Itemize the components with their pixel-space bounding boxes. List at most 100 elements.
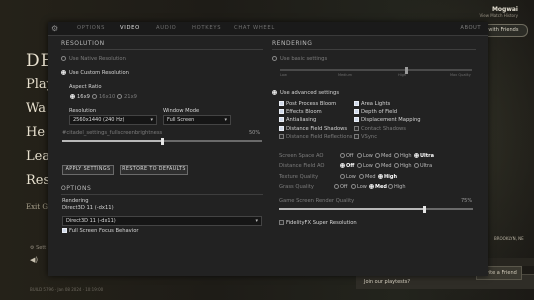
options-header: OPTIONS bbox=[61, 185, 92, 192]
gear-icon[interactable]: ⚙ bbox=[51, 23, 58, 34]
dfao-radio-med[interactable] bbox=[375, 163, 380, 168]
ssao-radio-high[interactable] bbox=[394, 153, 399, 158]
window-mode-dropdown[interactable]: Full Screen ▾ bbox=[163, 115, 231, 125]
adv-left-label-1: Effects Bloom bbox=[286, 109, 322, 116]
aspect-16x10-radio[interactable] bbox=[92, 94, 97, 99]
adv-right-label-3: Contact Shadows bbox=[361, 125, 407, 132]
texture-quality-label: Texture Quality bbox=[279, 174, 319, 180]
grass-radio-off[interactable] bbox=[334, 184, 339, 189]
apply-settings-button[interactable]: APPLY SETTINGS bbox=[62, 165, 114, 175]
native-resolution-label: Use Native Resolution bbox=[69, 56, 126, 62]
playtest-text: Join our playtests? bbox=[364, 279, 411, 285]
fsr-checkbox[interactable] bbox=[279, 220, 284, 225]
ssao-radio-med[interactable] bbox=[375, 153, 380, 158]
dfao-option-off: Off bbox=[346, 162, 355, 169]
user-profile[interactable]: Mogwai View Match History bbox=[480, 6, 518, 18]
resolution-header: RESOLUTION bbox=[61, 40, 105, 47]
adv-right-checkbox-0[interactable] bbox=[354, 101, 359, 106]
chevron-down-icon: ▾ bbox=[150, 117, 153, 123]
render-quality-slider[interactable] bbox=[279, 208, 473, 210]
window-mode-label: Window Mode bbox=[163, 108, 200, 114]
dfao-option-med: Med bbox=[381, 162, 392, 169]
adv-left-checkbox-0[interactable] bbox=[279, 101, 284, 106]
dfao-radio-high[interactable] bbox=[394, 163, 399, 168]
texture-option-high: High bbox=[384, 173, 398, 180]
custom-resolution-label: Use Custom Resolution bbox=[69, 70, 129, 76]
grass-radio-low[interactable] bbox=[351, 184, 356, 189]
grass-option-high: High bbox=[394, 183, 406, 190]
ssao-radio-ultra[interactable] bbox=[414, 153, 419, 158]
adv-left-checkbox-3[interactable] bbox=[279, 125, 284, 131]
dfao-radio-ultra[interactable] bbox=[414, 163, 419, 168]
divider bbox=[272, 49, 476, 50]
tab-video[interactable]: VIDEO bbox=[120, 22, 140, 35]
advanced-settings-radio[interactable] bbox=[272, 90, 277, 95]
divider bbox=[61, 49, 263, 50]
texture-radio-low[interactable] bbox=[340, 174, 345, 179]
native-resolution-radio[interactable] bbox=[61, 56, 66, 61]
aspect-21x9-label: 21x9 bbox=[124, 94, 137, 100]
brightness-value: 50% bbox=[249, 130, 261, 136]
match-history-link[interactable]: View Match History bbox=[480, 13, 518, 18]
ssao-radio-off[interactable] bbox=[340, 153, 345, 158]
dfao-radio-low[interactable] bbox=[357, 163, 362, 168]
restore-defaults-button[interactable]: RESTORE TO DEFAULTS bbox=[120, 165, 188, 175]
adv-right-label-1: Depth of Field bbox=[361, 109, 398, 116]
tab-audio[interactable]: AUDIO bbox=[156, 22, 176, 35]
background-settings-link[interactable]: ⚙ Sett bbox=[30, 245, 46, 251]
adv-left-label-3: Distance Field Shadows bbox=[286, 125, 348, 132]
basic-settings-radio[interactable] bbox=[272, 56, 277, 61]
custom-resolution-radio[interactable] bbox=[61, 70, 66, 75]
adv-right-label-0: Area Lights bbox=[361, 101, 391, 107]
adv-left-checkbox-4[interactable] bbox=[279, 133, 284, 139]
tab-hotkeys[interactable]: HOTKEYS bbox=[192, 22, 221, 35]
dfao-radio-off[interactable] bbox=[340, 163, 345, 168]
texture-radio-med[interactable] bbox=[359, 174, 364, 179]
adv-right-checkbox-4[interactable] bbox=[354, 133, 359, 139]
adv-right-checkbox-1[interactable] bbox=[354, 109, 359, 115]
render-quality-value: 75% bbox=[461, 198, 473, 204]
brightness-slider-handle[interactable] bbox=[160, 138, 164, 145]
location-label: BROOKLYN, NE bbox=[494, 236, 524, 241]
resolution-label: Resolution bbox=[69, 108, 97, 114]
fsr-label: FidelityFX Super Resolution bbox=[286, 220, 357, 226]
basic-quality-slider[interactable] bbox=[280, 69, 472, 71]
rendering-api-dropdown[interactable]: Direct3D 11 (-dx11) ▾ bbox=[62, 216, 262, 226]
settings-link-label: Sett bbox=[36, 245, 47, 251]
adv-left-checkbox-1[interactable] bbox=[279, 109, 284, 115]
adv-right-checkbox-2[interactable] bbox=[354, 117, 359, 123]
brightness-label: #citadel_settings_fullscreenbrightness bbox=[62, 130, 163, 136]
adv-left-checkbox-2[interactable] bbox=[279, 117, 284, 123]
grass-quality-label: Grass Quality bbox=[279, 184, 314, 190]
grass-radio-med[interactable] bbox=[369, 184, 374, 189]
ssao-option-med: Med bbox=[381, 152, 392, 159]
dfao-option-high: High bbox=[400, 162, 412, 169]
ssao-option-off: Off bbox=[346, 152, 354, 159]
dfao-option-ultra: Ultra bbox=[420, 162, 433, 169]
aspect-21x9-radio[interactable] bbox=[117, 94, 122, 99]
basic-settings-label: Use basic settings bbox=[280, 56, 328, 62]
aspect-16x9-label: 16x9 bbox=[77, 94, 90, 100]
advanced-settings-label: Use advanced settings bbox=[280, 90, 340, 96]
tab-options[interactable]: OPTIONS bbox=[77, 22, 105, 35]
resolution-dropdown[interactable]: 2560x1440 (240 Hz) ▾ bbox=[69, 115, 157, 125]
render-quality-fill bbox=[279, 208, 425, 210]
basic-tick-max: Max Quality bbox=[450, 73, 471, 77]
aspect-16x9-radio[interactable] bbox=[70, 94, 75, 99]
resolution-value: 2560x1440 (240 Hz) bbox=[73, 117, 125, 123]
grass-option-med: Med bbox=[375, 183, 387, 190]
fullscreen-focus-checkbox[interactable] bbox=[62, 228, 67, 233]
render-quality-handle[interactable] bbox=[423, 206, 426, 213]
grass-radio-high[interactable] bbox=[388, 184, 393, 189]
ssao-radio-low[interactable] bbox=[357, 153, 362, 158]
tab-chat-wheel[interactable]: CHAT WHEEL bbox=[234, 22, 275, 35]
texture-radio-high[interactable] bbox=[378, 174, 383, 179]
tab-about[interactable]: ABOUT bbox=[460, 22, 481, 35]
speaker-icon[interactable]: ◀) bbox=[30, 256, 38, 264]
grass-option-off: Off bbox=[340, 183, 348, 190]
adv-right-checkbox-3[interactable] bbox=[354, 125, 359, 131]
adv-left-label-4: Distance Field Reflections bbox=[286, 133, 353, 140]
aspect-ratio-label: Aspect Ratio bbox=[69, 84, 102, 90]
brightness-fill bbox=[62, 140, 162, 142]
render-quality-label: Game Screen Render Quality bbox=[279, 198, 355, 204]
